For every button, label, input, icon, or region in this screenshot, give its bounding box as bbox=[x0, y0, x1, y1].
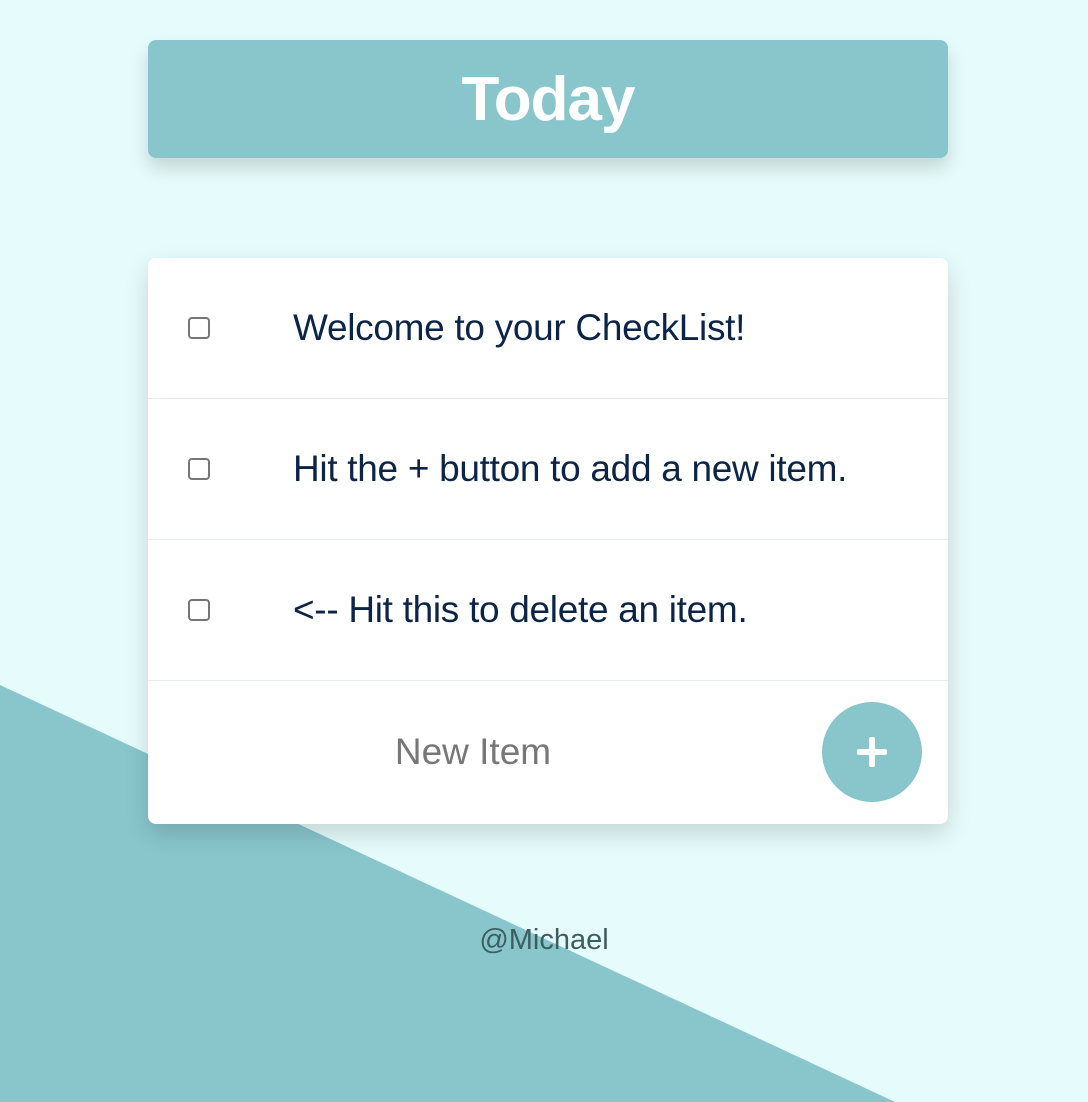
footer-credit: @Michael bbox=[479, 924, 609, 956]
new-item-row bbox=[148, 681, 948, 823]
checklist-card: Welcome to your CheckList! Hit the + but… bbox=[148, 258, 948, 824]
item-text: Welcome to your CheckList! bbox=[293, 307, 746, 348]
list-item: Welcome to your CheckList! bbox=[148, 258, 948, 399]
list-item: <-- Hit this to delete an item. bbox=[148, 540, 948, 681]
page-title: Today bbox=[461, 64, 636, 134]
new-item-input[interactable] bbox=[148, 681, 798, 823]
plus-icon bbox=[857, 737, 887, 767]
list-item: Hit the + button to add a new item. bbox=[148, 399, 948, 540]
item-text: Hit the + button to add a new item. bbox=[293, 448, 848, 489]
item-text: <-- Hit this to delete an item. bbox=[293, 589, 748, 630]
item-checkbox[interactable] bbox=[188, 599, 210, 621]
add-item-button[interactable] bbox=[822, 702, 922, 802]
header-bar: Today bbox=[148, 40, 948, 158]
item-checkbox[interactable] bbox=[188, 458, 210, 480]
item-checkbox[interactable] bbox=[188, 317, 210, 339]
